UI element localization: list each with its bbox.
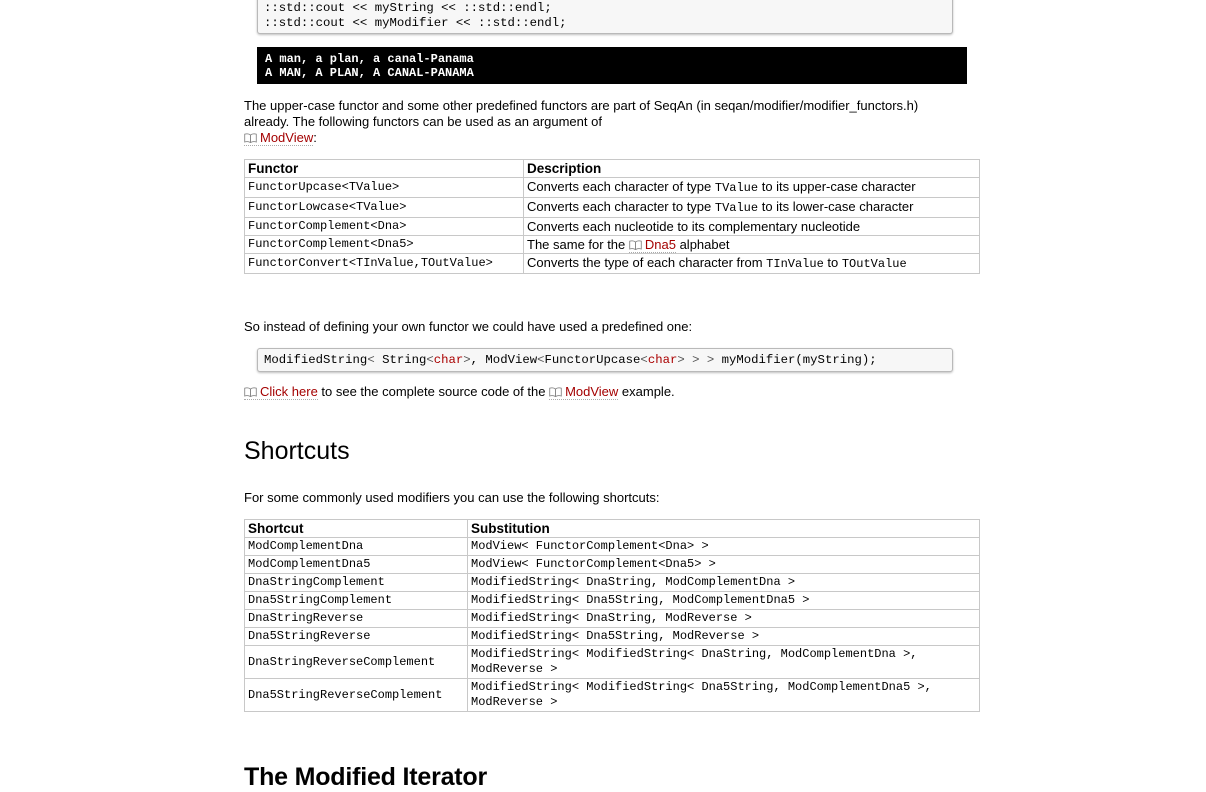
- substitution-cell: ModView< FunctorComplement<Dna5> >: [467, 555, 980, 574]
- table-header-row: Shortcut Substitution: [244, 519, 980, 538]
- modified-iterator-heading: The Modified Iterator: [244, 763, 488, 791]
- code-block-predefined: ModifiedString< String<char>, ModView<Fu…: [257, 348, 953, 372]
- substitution-cell: ModifiedString< DnaString, ModReverse >: [467, 609, 980, 628]
- description-cell: Converts each nucleotide to its compleme…: [523, 217, 980, 236]
- functor-cell: FunctorLowcase<TValue>: [244, 197, 524, 218]
- table-row: Dna5StringComplement ModifiedString< Dna5…: [244, 591, 980, 610]
- shortcut-cell: Dna5StringComplement: [244, 591, 468, 610]
- shortcut-cell: Dna5StringReverseComplement: [244, 678, 468, 712]
- table-row: FunctorConvert<TInValue,TOutValue> Conve…: [244, 253, 980, 274]
- console-output: A man, a plan, a canal-Panama A MAN, A P…: [257, 47, 967, 84]
- book-icon: [244, 387, 257, 397]
- column-header: Substitution: [467, 519, 980, 538]
- table-row: FunctorComplement<Dna5> The same for the…: [244, 235, 980, 254]
- functor-table: Functor Description FunctorUpcase<TValue…: [244, 159, 980, 274]
- shortcut-cell: ModComplementDna5: [244, 555, 468, 574]
- shortcut-cell: DnaStringReverse: [244, 609, 468, 628]
- table-row: ModComplementDna ModView< FunctorCompleme…: [244, 537, 980, 556]
- table-row: Dna5StringReverseComplement ModifiedStrin…: [244, 678, 980, 712]
- table-row: FunctorComplement<Dna> Converts each nuc…: [244, 217, 980, 236]
- dna5-link[interactable]: Dna5: [628, 237, 676, 253]
- shortcut-cell: Dna5StringReverse: [244, 627, 468, 646]
- description-cell: Converts each character to type TValue t…: [523, 197, 980, 218]
- functor-cell: FunctorComplement<Dna>: [244, 217, 524, 236]
- table-row: DnaStringComplement ModifiedString< DnaSt…: [244, 573, 980, 592]
- table-row: DnaStringReverseComplement ModifiedString…: [244, 645, 980, 679]
- substitution-cell: ModifiedString< ModifiedString< DnaStrin…: [467, 645, 980, 679]
- code-block-output: ::std::cout << myString << ::std::endl; …: [257, 0, 953, 34]
- substitution-cell: ModifiedString< Dna5String, ModComplemen…: [467, 591, 980, 610]
- click-here-paragraph: Click here to see the complete source co…: [244, 384, 675, 400]
- table-row: FunctorLowcase<TValue> Converts each cha…: [244, 197, 980, 218]
- book-icon: [549, 387, 562, 397]
- modview-link[interactable]: ModView: [244, 130, 314, 146]
- table-row: Dna5StringReverse ModifiedString< Dna5Str…: [244, 627, 980, 646]
- functor-cell: FunctorUpcase<TValue>: [244, 177, 524, 198]
- book-icon: [244, 133, 257, 143]
- intro-paragraph: The upper-case functor and some other pr…: [244, 98, 919, 146]
- substitution-cell: ModifiedString< DnaString, ModComplement…: [467, 573, 980, 592]
- table-row: FunctorUpcase<TValue> Converts each char…: [244, 177, 980, 198]
- description-cell: Converts the type of each character from…: [523, 253, 980, 274]
- instead-paragraph: So instead of defining your own functor …: [244, 319, 693, 334]
- shortcut-cell: DnaStringReverseComplement: [244, 645, 468, 679]
- functor-cell: FunctorConvert<TInValue,TOutValue>: [244, 253, 524, 274]
- substitution-cell: ModifiedString< Dna5String, ModReverse >: [467, 627, 980, 646]
- console-line: A man, a plan, a canal-Panama: [265, 52, 474, 66]
- console-line: A MAN, A PLAN, A CANAL-PANAMA: [265, 66, 474, 80]
- substitution-cell: ModifiedString< ModifiedString< Dna5Stri…: [467, 678, 980, 712]
- code-line: ::std::cout << myString << ::std::endl;: [264, 1, 552, 15]
- shortcuts-paragraph: For some commonly used modifiers you can…: [244, 490, 660, 505]
- shortcut-cell: DnaStringComplement: [244, 573, 468, 592]
- column-header: Functor: [244, 159, 524, 178]
- functor-cell: FunctorComplement<Dna5>: [244, 235, 524, 254]
- shortcut-cell: ModComplementDna: [244, 537, 468, 556]
- table-row: ModComplementDna5 ModView< FunctorComplem…: [244, 555, 980, 574]
- code-line: ::std::cout << myModifier << ::std::endl…: [264, 16, 567, 30]
- book-icon: [629, 240, 642, 250]
- modview-example-link[interactable]: ModView: [549, 384, 619, 400]
- description-cell: The same for the Dna5 alphabet: [523, 235, 980, 254]
- table-row: DnaStringReverse ModifiedString< DnaStrin…: [244, 609, 980, 628]
- shortcuts-heading: Shortcuts: [244, 437, 350, 465]
- shortcut-table: Shortcut Substitution ModComplementDna Mo…: [244, 519, 980, 712]
- click-here-link[interactable]: Click here: [244, 384, 318, 400]
- description-cell: Converts each character of type TValue t…: [523, 177, 980, 198]
- column-header: Shortcut: [244, 519, 468, 538]
- table-header-row: Functor Description: [244, 159, 980, 178]
- column-header: Description: [523, 159, 980, 178]
- substitution-cell: ModView< FunctorComplement<Dna> >: [467, 537, 980, 556]
